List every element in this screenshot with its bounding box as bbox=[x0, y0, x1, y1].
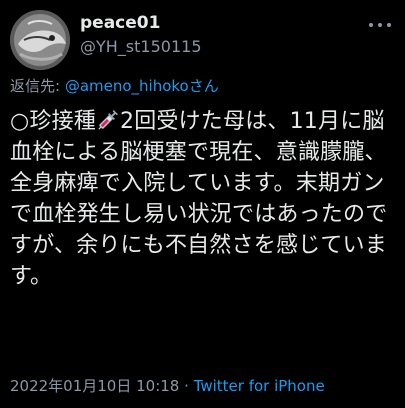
tweet-meta: 2022年01月10日 10:18 · Twitter for iPhone bbox=[10, 376, 325, 396]
reply-to-line: 返信先: @ameno_hihokoさん bbox=[10, 76, 219, 96]
tweet-timestamp[interactable]: 2022年01月10日 10:18 bbox=[10, 377, 179, 395]
dot bbox=[378, 23, 382, 27]
syringe-icon bbox=[96, 109, 120, 131]
tweet-text-part-1: ○珍接種 bbox=[10, 109, 96, 134]
author-names: peace01 @YH_st150115 bbox=[80, 12, 202, 58]
tweet-text-part-2: 2回受けた母は、11月に脳血栓による脳梗塞で現在、意識朦朧、全身麻痺で入院してい… bbox=[10, 109, 388, 289]
tweet-card: peace01 @YH_st150115 返信先: @ameno_hihokoさ… bbox=[0, 0, 405, 408]
tweet-source-link[interactable]: Twitter for iPhone bbox=[194, 377, 325, 395]
user-handle[interactable]: @YH_st150115 bbox=[80, 36, 202, 58]
mention-handle: @ameno_hihoko bbox=[64, 77, 189, 95]
tweet-body-text: ○珍接種 2回受けた母は、11月に脳血栓による脳梗塞で現在、意識朦朧、全身麻痺で… bbox=[10, 106, 400, 292]
dot bbox=[387, 23, 391, 27]
avatar[interactable] bbox=[10, 10, 70, 70]
reply-prefix: 返信先: bbox=[10, 77, 65, 95]
meta-separator: · bbox=[179, 377, 194, 395]
reply-mention-link[interactable]: @ameno_hihokoさん bbox=[65, 77, 219, 95]
avatar-photo-icon bbox=[10, 10, 70, 70]
tweet-header: peace01 @YH_st150115 bbox=[10, 10, 395, 70]
mention-suffix: さん bbox=[188, 77, 219, 95]
dot bbox=[369, 23, 373, 27]
display-name[interactable]: peace01 bbox=[80, 12, 202, 34]
more-dots-icon[interactable] bbox=[369, 20, 391, 30]
